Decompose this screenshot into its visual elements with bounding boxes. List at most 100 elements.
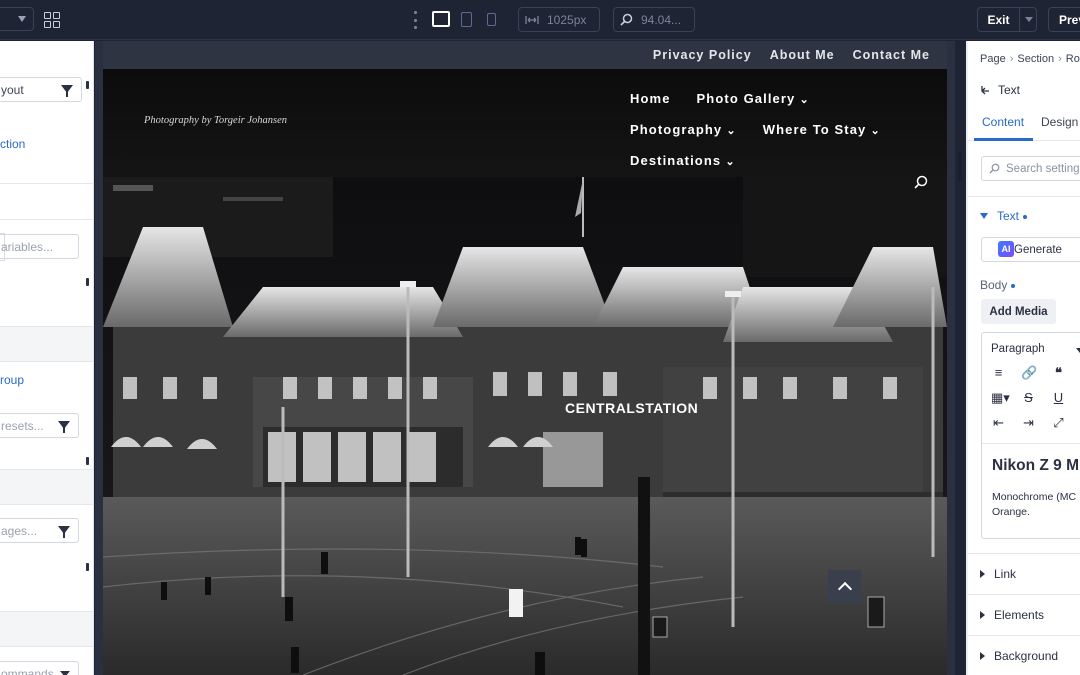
panel-band <box>0 326 93 362</box>
scroll-indicator[interactable] <box>86 457 89 465</box>
divider <box>966 635 1080 636</box>
panel-scrollbar[interactable] <box>966 41 968 675</box>
layout-select[interactable]: yout <box>0 77 82 102</box>
filter-icon[interactable] <box>58 421 70 433</box>
resize-handle[interactable] <box>958 152 962 182</box>
editor-body-line: Monochrome (MC <box>992 491 1077 503</box>
exit-dropdown-toggle[interactable] <box>1020 8 1036 31</box>
scroll-indicator[interactable] <box>86 278 89 286</box>
canvas-width-input[interactable]: 1025px <box>518 7 600 32</box>
settings-search-input[interactable]: Search setting <box>981 156 1080 181</box>
preview-button[interactable]: Previ <box>1048 7 1080 32</box>
editor-heading-text[interactable]: Nikon Z 9 M <box>992 457 1079 475</box>
section-link-toggle[interactable]: Link <box>980 567 1016 581</box>
site-tagline[interactable]: Photography by Torgeir Johansen <box>144 115 287 126</box>
ordered-list-icon[interactable]: ≡ <box>991 365 1006 381</box>
phone-view-icon[interactable] <box>487 13 496 26</box>
scroll-to-top-button[interactable] <box>828 570 861 603</box>
commands-placeholder: ommands <box>1 666 54 675</box>
ai-generate-button[interactable]: Generate <box>981 237 1080 262</box>
section-text-toggle[interactable]: Text <box>980 209 1028 223</box>
variables-search[interactable]: ariables... <box>0 234 79 259</box>
tablet-view-icon[interactable] <box>461 12 472 27</box>
strikethrough-icon[interactable]: S <box>1021 390 1036 406</box>
search-icon[interactable] <box>914 175 928 189</box>
element-back-button[interactable]: Text <box>980 83 1020 97</box>
editor-body-text[interactable]: Monochrome (MC Orange. <box>992 490 1080 520</box>
resize-width-icon <box>525 15 539 24</box>
nav-home[interactable]: Home <box>630 91 671 106</box>
nav-row: Destinations <box>630 145 910 176</box>
variables-placeholder: ariables... <box>1 239 54 254</box>
chevron-right-icon <box>980 652 985 660</box>
section-text-label: Text <box>997 209 1028 223</box>
layout-select-value: yout <box>1 82 24 97</box>
section-link[interactable]: ction <box>0 137 25 151</box>
nav-photo-gallery[interactable]: Photo Gallery <box>697 91 810 106</box>
drag-handle-icon[interactable] <box>413 11 417 29</box>
divider <box>966 594 1080 595</box>
station-sign: CENTRALSTATION <box>565 400 698 416</box>
underline-icon[interactable]: U <box>1051 390 1066 406</box>
privacy-policy-link[interactable]: Privacy Policy <box>653 48 752 62</box>
breadcrumb-page[interactable]: Page <box>980 53 1006 65</box>
pages-select[interactable]: ages... <box>0 518 79 543</box>
filter-icon[interactable] <box>58 526 70 538</box>
body-label: Body <box>980 278 1016 292</box>
rich-text-editor[interactable]: Paragraph ≡ 🔗 ❝ ⋮ ▦▾ S U ⇤ ⇥ ⤢ Nikon Z 9… <box>981 332 1080 539</box>
fullscreen-icon[interactable]: ⤢ <box>1051 415 1066 431</box>
grid-icon[interactable] <box>44 12 60 28</box>
scroll-indicator[interactable] <box>86 563 89 571</box>
filter-icon[interactable] <box>61 85 73 97</box>
website-preview: Privacy Policy About Me Contact Me CENTR… <box>103 41 947 675</box>
scroll-indicator[interactable] <box>86 81 89 89</box>
tab-design[interactable]: Design <box>1041 115 1078 129</box>
nav-destinations[interactable]: Destinations <box>630 153 736 168</box>
section-background-toggle[interactable]: Background <box>980 649 1058 663</box>
tab-content[interactable]: Content <box>982 115 1024 129</box>
element-select-dropdown[interactable] <box>0 7 34 31</box>
commands-select[interactable]: ommands <box>0 661 79 675</box>
outdent-icon[interactable]: ⇤ <box>991 415 1006 431</box>
divider <box>966 196 1080 197</box>
element-title: Text <box>998 83 1021 97</box>
exit-button[interactable]: Exit <box>978 8 1020 31</box>
chevron-down-icon <box>18 16 26 22</box>
paragraph-format-select[interactable]: Paragraph <box>991 343 1045 355</box>
about-me-link[interactable]: About Me <box>770 48 835 62</box>
breadcrumb-section[interactable]: Section <box>1017 53 1054 65</box>
presets-placeholder: resets... <box>1 418 44 433</box>
active-tab-indicator <box>974 138 1033 141</box>
left-panel: yout ction ariables... roup resets... ag… <box>0 41 94 675</box>
panel-divider <box>0 183 93 220</box>
chevron-down-icon <box>1076 348 1080 353</box>
breadcrumb-row[interactable]: Ro <box>1066 53 1080 65</box>
generate-label: Generate <box>1014 243 1062 256</box>
presets-select[interactable]: resets... <box>0 413 79 438</box>
exit-button-group: Exit <box>977 7 1037 32</box>
editor-toolbar-row: ⇤ ⇥ ⤢ <box>991 415 1066 431</box>
chevron-down-icon[interactable] <box>60 671 70 675</box>
add-media-button[interactable]: Add Media <box>981 299 1056 324</box>
indent-icon[interactable]: ⇥ <box>1021 415 1036 431</box>
breadcrumb: Page › Section › Ro <box>980 53 1080 65</box>
desktop-view-icon[interactable] <box>432 11 450 27</box>
link-icon[interactable]: 🔗 <box>1021 365 1037 381</box>
chevron-up-icon <box>837 581 852 597</box>
settings-tabs: Content Design <box>966 107 1080 141</box>
table-icon[interactable]: ▦▾ <box>991 390 1010 406</box>
nav-row: Home Photo Gallery <box>630 83 910 114</box>
nav-where-to-stay[interactable]: Where To Stay <box>763 122 881 137</box>
contact-me-link[interactable]: Contact Me <box>853 48 930 62</box>
nav-photography[interactable]: Photography <box>630 122 737 137</box>
builder-app: 1025px 94.04... Exit Previ yout ction ar… <box>0 0 1080 675</box>
group-link[interactable]: roup <box>0 373 24 387</box>
chevron-right-icon <box>980 611 985 619</box>
zoom-value: 94.04... <box>641 12 682 27</box>
top-links: Privacy Policy About Me Contact Me <box>653 48 930 62</box>
zoom-input[interactable]: 94.04... <box>613 7 695 32</box>
section-elements-toggle[interactable]: Elements <box>980 608 1044 622</box>
quote-icon[interactable]: ❝ <box>1051 365 1066 381</box>
editor-toolbar-row: ▦▾ S U <box>991 390 1066 406</box>
chevron-right-icon <box>980 570 985 578</box>
